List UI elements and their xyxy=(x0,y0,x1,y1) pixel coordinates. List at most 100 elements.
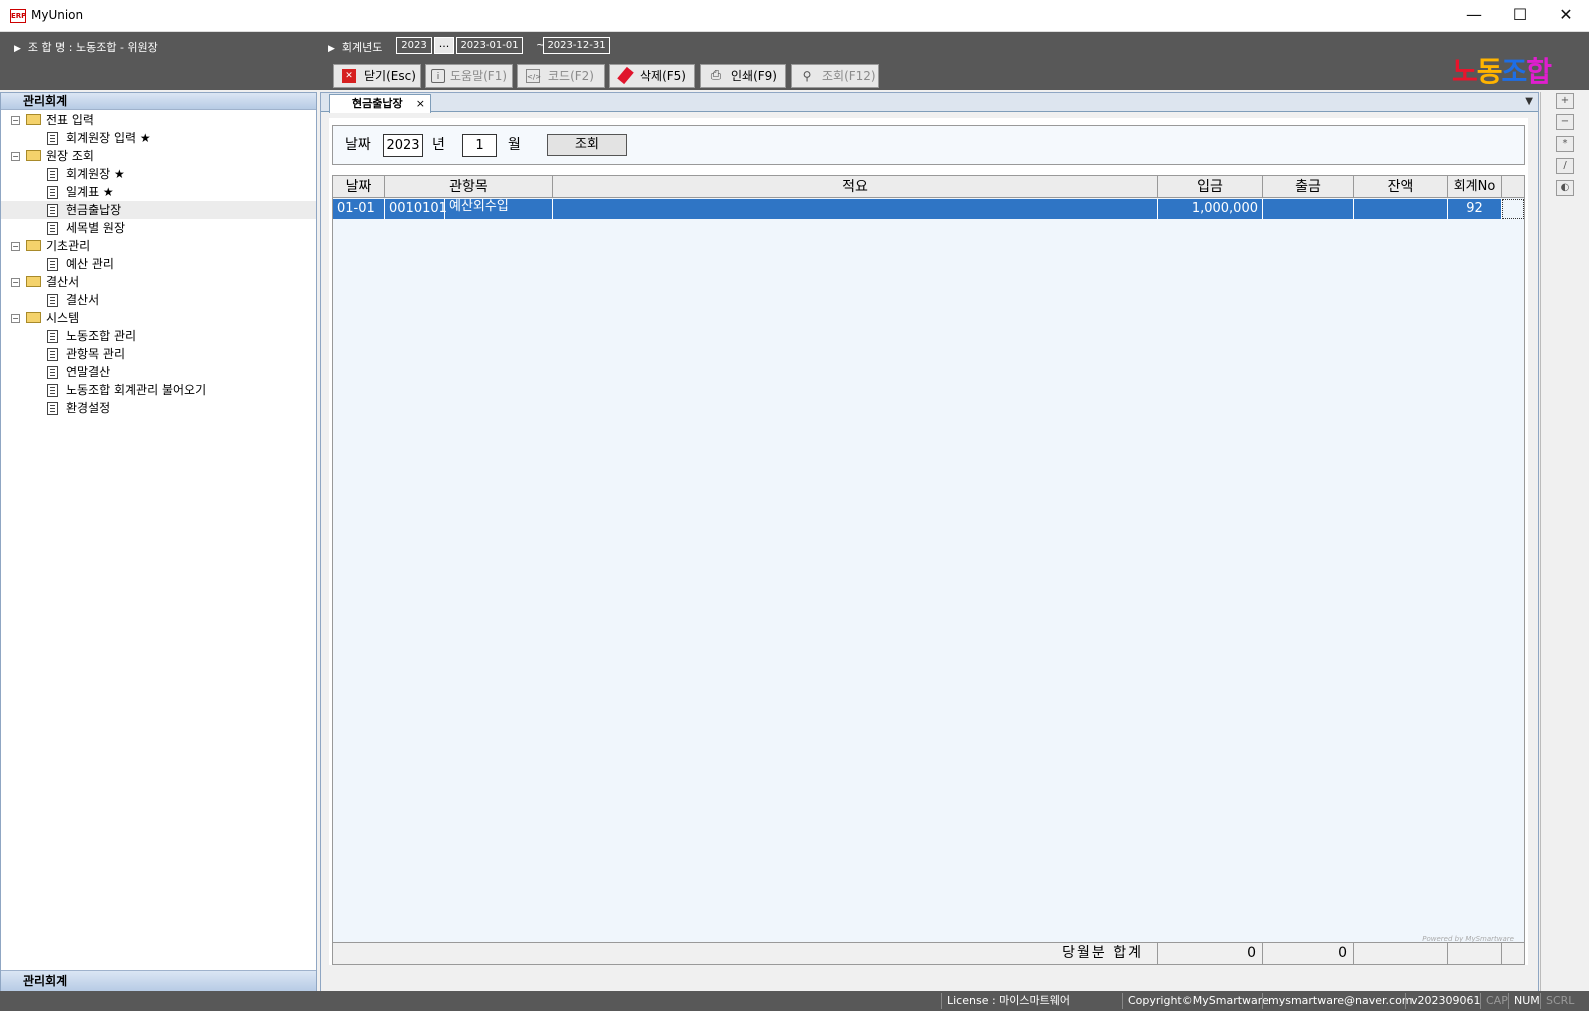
col-withdraw[interactable]: 출금 xyxy=(1263,176,1354,198)
eraser-icon xyxy=(617,66,634,85)
status-scrl: SCRL xyxy=(1540,993,1579,1009)
tree-item-union-mgmt[interactable]: 노동조합 관리 xyxy=(1,327,316,345)
status-copyright: Copyright©MySmartware xyxy=(1122,993,1274,1009)
fiscal-year-field[interactable]: 2023 xyxy=(396,37,432,54)
folder-icon xyxy=(26,114,41,125)
document-icon xyxy=(47,384,58,397)
tree-item-subitem-ledger[interactable]: 세목별 원장 xyxy=(1,219,316,237)
cell-withdraw xyxy=(1263,199,1354,219)
collapse-icon[interactable]: − xyxy=(11,116,20,125)
tree-item-settlement[interactable]: 결산서 xyxy=(1,291,316,309)
close-x-icon: ✕ xyxy=(342,69,356,83)
tree-item-account-mgmt[interactable]: 관항목 관리 xyxy=(1,345,316,363)
union-logo: 노동조합 xyxy=(1452,55,1552,88)
document-icon xyxy=(47,366,58,379)
tree-folder-system[interactable]: − 시스템 xyxy=(1,309,316,327)
grid-header: 날짜 관항목 적요 입금 출금 잔액 회계No xyxy=(333,176,1524,198)
union-name-row: ▶ 조 합 명 : 노동조합 - 위원장 xyxy=(14,39,158,55)
maximize-button[interactable]: ☐ xyxy=(1497,0,1543,31)
tree-item-budget[interactable]: 예산 관리 xyxy=(1,255,316,273)
document-icon xyxy=(47,204,58,217)
cell-code: 0010101 xyxy=(385,199,447,219)
table-row[interactable]: 01-01 0010101 예산외수입 1,000,000 92 xyxy=(333,199,1524,219)
fiscal-year-row: ▶ 회계년도 xyxy=(328,39,382,55)
search-doc-icon: ⚲ xyxy=(802,69,812,83)
footer-balance-total xyxy=(1354,943,1448,964)
close-window-button[interactable]: ✕ xyxy=(1543,0,1589,31)
minimize-button[interactable]: — xyxy=(1451,0,1497,31)
status-bar: License : 마이스마트웨어 Copyright©MySmartware … xyxy=(0,991,1589,1011)
fiscal-year-picker-button[interactable]: ... xyxy=(434,37,454,54)
code-button[interactable]: </> 코드(F2) xyxy=(517,64,605,88)
help-button-label: 도움말(F1) xyxy=(450,69,508,83)
union-label: 조 합 명 : 노동조합 - 위원장 xyxy=(27,41,158,54)
document-icon xyxy=(47,258,58,271)
collapse-icon[interactable]: − xyxy=(11,152,20,161)
search-button-label: 조회(F12) xyxy=(822,69,876,83)
tree-item-import[interactable]: 노동조합 회계관리 불어오기 xyxy=(1,381,316,399)
footer-withdraw-total: 0 xyxy=(1263,943,1354,964)
print-button[interactable]: ⎙ 인쇄(F9) xyxy=(700,64,786,88)
contrast-tool-button[interactable]: ◐ xyxy=(1556,180,1574,196)
collapse-icon[interactable]: − xyxy=(11,314,20,323)
printer-icon: ⎙ xyxy=(710,68,722,83)
date-label: 날짜 xyxy=(345,137,371,153)
cell-balance xyxy=(1354,199,1448,219)
search-button[interactable]: ⚲ 조회(F12) xyxy=(791,64,879,88)
footer-no xyxy=(1448,943,1502,964)
tab-dropdown-icon[interactable]: ▼ xyxy=(1525,96,1533,107)
col-deposit[interactable]: 입금 xyxy=(1158,176,1263,198)
status-version: v202309061 xyxy=(1405,993,1486,1009)
col-date[interactable]: 날짜 xyxy=(333,176,385,198)
tree-item-cashbook[interactable]: 현금출납장 xyxy=(1,201,316,219)
document-icon xyxy=(47,330,58,343)
col-memo[interactable]: 적요 xyxy=(553,176,1158,198)
add-tool-button[interactable]: + xyxy=(1556,93,1574,109)
tree-folder-voucher[interactable]: − 전표 입력 xyxy=(1,111,316,129)
collapse-icon[interactable]: − xyxy=(11,278,20,287)
delete-button[interactable]: 삭제(F5) xyxy=(609,64,695,88)
tree-item-ledger[interactable]: 회계원장 ★ xyxy=(1,165,316,183)
code-icon: </> xyxy=(526,69,541,83)
col-no[interactable]: 회계No xyxy=(1448,176,1502,198)
menu-tree: − 전표 입력 회계원장 입력 ★ − 원장 조회 회계원장 ★ 일계표 ★ 현금출… xyxy=(1,110,316,417)
footer-label: 당월분 합계 xyxy=(333,943,1158,964)
month-field[interactable]: 1 xyxy=(462,134,497,157)
document-icon xyxy=(47,222,58,235)
tree-item-settings[interactable]: 환경설정 xyxy=(1,399,316,417)
tab-close-icon[interactable]: × xyxy=(416,95,425,112)
tree-item-ledger-entry[interactable]: 회계원장 입력 ★ xyxy=(1,129,316,147)
col-balance[interactable]: 잔액 xyxy=(1354,176,1448,198)
triangle-icon: ▶ xyxy=(328,44,335,54)
help-button[interactable]: i 도움말(F1) xyxy=(425,64,513,88)
triangle-icon: ▶ xyxy=(14,44,21,54)
tree-folder-basic[interactable]: − 기초관리 xyxy=(1,237,316,255)
col-account[interactable]: 관항목 xyxy=(385,176,553,198)
search-box: 날짜 2023 년 1 월 조회 xyxy=(332,125,1525,165)
document-icon xyxy=(47,132,58,145)
tree-item-year-end[interactable]: 연말결산 xyxy=(1,363,316,381)
year-field[interactable]: 2023 xyxy=(383,134,423,157)
multiply-tool-button[interactable]: * xyxy=(1556,136,1574,152)
tree-folder-ledger-view[interactable]: − 원장 조회 xyxy=(1,147,316,165)
collapse-icon[interactable]: − xyxy=(11,242,20,251)
close-button[interactable]: ✕ 닫기(Esc) xyxy=(333,64,421,88)
tree-item-daily-sheet[interactable]: 일계표 ★ xyxy=(1,183,316,201)
sidebar-footer[interactable]: 관리회계 xyxy=(1,970,316,991)
subtract-tool-button[interactable]: − xyxy=(1556,114,1574,130)
document-icon xyxy=(47,186,58,199)
divide-tool-button[interactable]: / xyxy=(1556,158,1574,174)
app-icon: ERP xyxy=(10,9,26,23)
status-license: License : 마이스마트웨어 xyxy=(941,993,1075,1009)
sidebar-header[interactable]: 관리회계 xyxy=(1,93,316,110)
document-icon xyxy=(47,348,58,361)
right-toolbar: + − * / ◐ xyxy=(1540,92,1589,992)
date-to-field[interactable]: 2023-12-31 xyxy=(543,37,610,54)
date-from-field[interactable]: 2023-01-01 xyxy=(456,37,523,54)
top-bar: ▶ 조 합 명 : 노동조합 - 위원장 ▶ 회계년도 2023 ... 2023-… xyxy=(0,32,1589,90)
tree-folder-settlement[interactable]: − 결산서 xyxy=(1,273,316,291)
tab-label: 현금출납장 xyxy=(352,97,403,110)
query-button[interactable]: 조회 xyxy=(547,134,627,156)
tab-cashbook[interactable]: 현금출납장 × xyxy=(329,94,431,113)
delete-button-label: 삭제(F5) xyxy=(640,69,686,83)
